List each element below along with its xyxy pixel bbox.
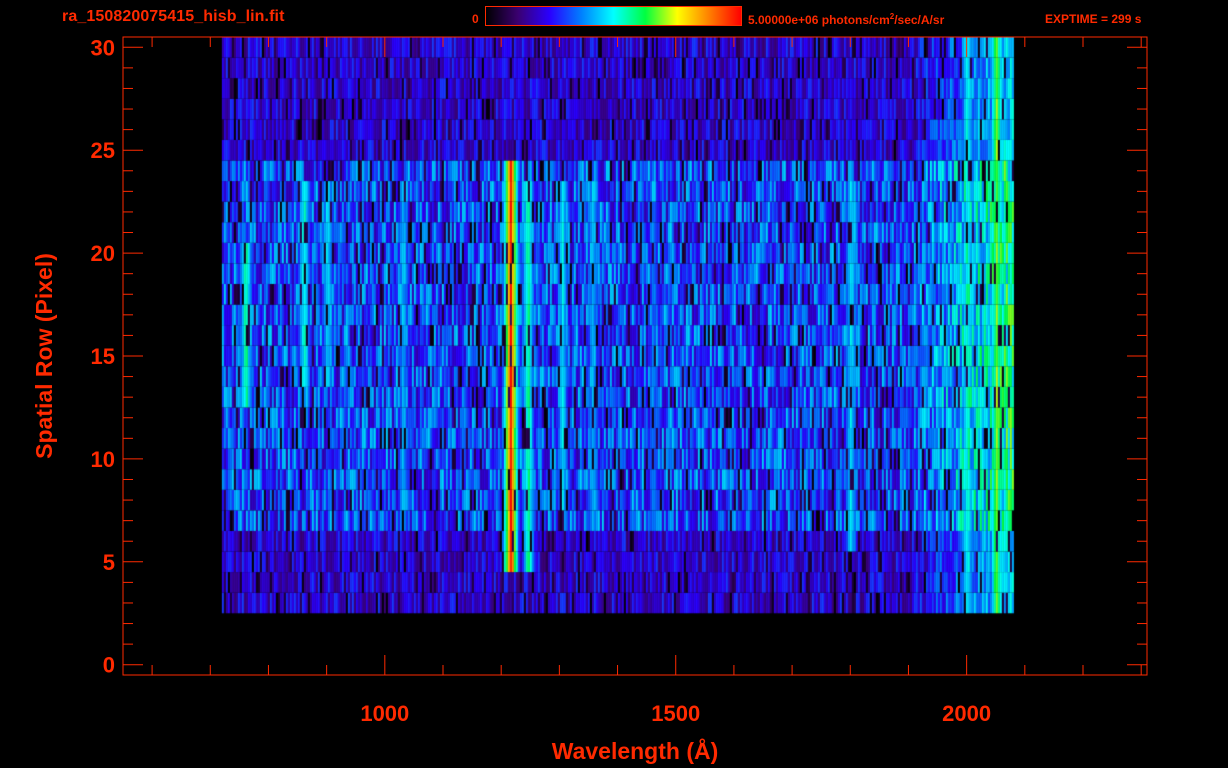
y-tick-label: 10 <box>91 447 115 472</box>
y-tick-label: 20 <box>91 241 115 266</box>
y-tick-label: 30 <box>91 35 115 60</box>
y-tick-label: 25 <box>91 138 115 163</box>
spectrogram-plot: 1000 1500 2000051015202530 Wavelength (Å) … <box>31 35 1148 764</box>
x-tick-label: 1500 <box>651 701 700 726</box>
heatmap-image <box>123 37 1147 675</box>
y-axis-title: Spatial Row (Pixel) <box>31 253 57 459</box>
x-tick-label: 1000 <box>360 701 409 726</box>
x-axis-title: Wavelength (Å) <box>552 737 719 764</box>
x-tick-label: 2000 <box>942 701 991 726</box>
y-tick-label: 0 <box>103 653 115 678</box>
heatmap-layer <box>123 37 1147 675</box>
y-tick-label: 5 <box>103 550 115 575</box>
y-tick-label: 15 <box>91 344 115 369</box>
